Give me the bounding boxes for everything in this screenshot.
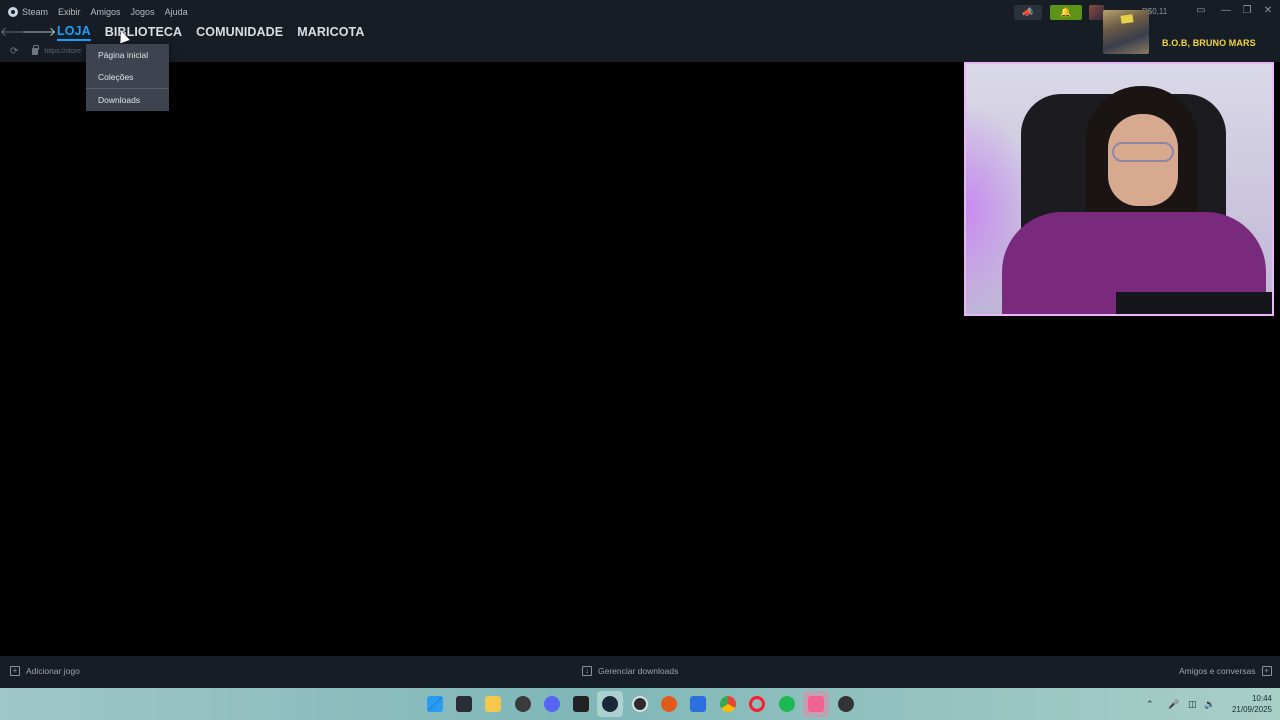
now-playing-text: B.O.B, BRUNO MARS: [1162, 38, 1256, 48]
tab-maricota[interactable]: MARICOTA: [297, 25, 364, 39]
reload-icon[interactable]: ⟳: [10, 46, 18, 57]
clock-time: 10:44: [1251, 694, 1272, 703]
friends-chat-button[interactable]: Amigos e conversas +: [1179, 666, 1272, 676]
windows-start-icon[interactable]: [427, 696, 443, 712]
steam-taskbar-icon[interactable]: [602, 696, 618, 712]
webcam-desk: [1116, 292, 1272, 314]
tab-loja[interactable]: LOJA: [57, 24, 91, 41]
opera-icon[interactable]: [749, 696, 765, 712]
app-icon-2[interactable]: [838, 696, 854, 712]
app-icon[interactable]: [808, 696, 824, 712]
volume-icon[interactable]: 🔊: [1204, 699, 1215, 710]
plus-icon: +: [10, 666, 20, 676]
manage-downloads-label: Gerenciar downloads: [598, 666, 679, 676]
close-icon[interactable]: ✕: [1261, 5, 1275, 16]
steam-logo-icon: [8, 7, 18, 17]
chrome-icon[interactable]: [720, 696, 736, 712]
system-clock[interactable]: 10:44 21/09/2025: [1222, 693, 1272, 715]
clock-date: 21/09/2025: [1231, 705, 1272, 714]
menu-ajuda[interactable]: Ajuda: [165, 7, 188, 17]
maximize-icon[interactable]: ❐: [1240, 5, 1254, 16]
menu-jogos[interactable]: Jogos: [131, 7, 155, 17]
windows-taskbar: ⌃ 🎤 ◫ 🔊 10:44 21/09/2025: [0, 688, 1280, 720]
steam-footer: + Adicionar jogo ↓ Gerenciar downloads A…: [0, 656, 1280, 688]
dropdown-item-pagina-inicial[interactable]: Página inicial: [86, 44, 169, 66]
menu-bar: Steam Exibir Amigos Jogos Ajuda: [8, 4, 198, 20]
spotify-icon[interactable]: [779, 696, 795, 712]
dropdown-item-colecoes[interactable]: Coleções: [86, 66, 169, 88]
dropdown-item-downloads[interactable]: Downloads: [86, 88, 169, 110]
add-game-label: Adicionar jogo: [26, 666, 80, 676]
battlenet-icon[interactable]: [690, 696, 706, 712]
megaphone-icon: 📣: [1022, 7, 1034, 17]
steam-header: Steam Exibir Amigos Jogos Ajuda 🡐 🡒 LOJA…: [0, 0, 1280, 62]
menu-steam-label: Steam: [22, 7, 49, 17]
url-bar: ⟳ https://store: [10, 44, 81, 57]
chat-icon: +: [1261, 666, 1272, 676]
album-art: [1103, 10, 1149, 54]
big-picture-icon[interactable]: ▭: [1194, 5, 1208, 16]
download-icon: ↓: [582, 666, 592, 676]
notifications-button[interactable]: 🔔: [1050, 5, 1082, 20]
webcam-overlay: [964, 62, 1274, 316]
url-text[interactable]: https://store: [44, 48, 81, 55]
obs-icon[interactable]: [515, 696, 531, 712]
epic-games-icon[interactable]: [573, 696, 589, 712]
biblioteca-dropdown: Página inicial Coleções Downloads: [86, 44, 169, 111]
task-view-icon[interactable]: [456, 696, 472, 712]
menu-amigos[interactable]: Amigos: [91, 7, 121, 17]
bell-icon: 🔔: [1060, 7, 1072, 17]
tray-chevron-icon[interactable]: ⌃: [1146, 699, 1154, 710]
lock-icon: [32, 44, 40, 55]
main-nav: 🡐 🡒 LOJA BIBLIOTECA COMUNIDADE MARICOTA: [0, 22, 378, 42]
menu-steam[interactable]: Steam: [8, 7, 48, 17]
minimize-icon[interactable]: —: [1219, 5, 1233, 16]
file-explorer-icon[interactable]: [485, 696, 501, 712]
tab-comunidade[interactable]: COMUNIDADE: [196, 25, 283, 39]
manage-downloads-button[interactable]: ↓ Gerenciar downloads: [582, 666, 678, 676]
announcements-button[interactable]: 📣: [1014, 5, 1042, 20]
discord-icon[interactable]: [544, 696, 560, 712]
forward-arrow-icon[interactable]: 🡒: [22, 23, 57, 41]
add-game-button[interactable]: + Adicionar jogo: [10, 666, 80, 676]
network-icon[interactable]: ◫: [1188, 699, 1197, 710]
ubisoft-icon[interactable]: [632, 696, 648, 712]
ea-app-icon[interactable]: [661, 696, 677, 712]
friends-chat-label: Amigos e conversas: [1179, 666, 1256, 676]
avatar[interactable]: [1089, 5, 1104, 20]
microphone-icon[interactable]: 🎤: [1168, 699, 1179, 710]
menu-exibir[interactable]: Exibir: [58, 7, 81, 17]
webcam-glasses: [1112, 142, 1174, 162]
